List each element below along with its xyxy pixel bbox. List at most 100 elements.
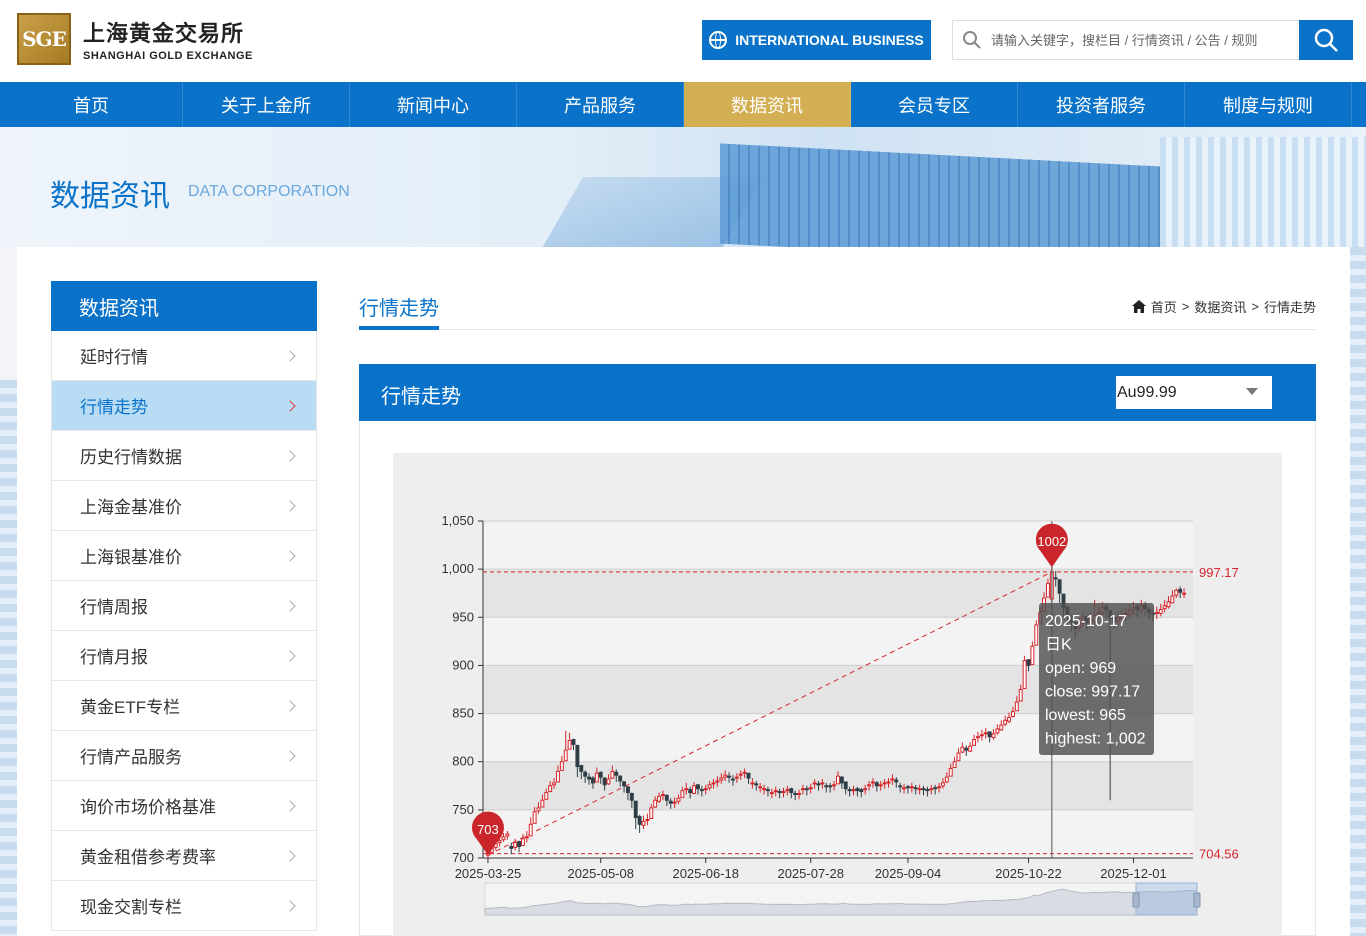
instrument-select[interactable]: Au99.99 bbox=[1116, 376, 1272, 409]
sidebar-item[interactable]: 询价市场价格基准 bbox=[51, 781, 317, 831]
kline-chart[interactable]: 700 750 800 850 900 950 1,000 1,050 2025-03-25 20… bbox=[393, 453, 1282, 936]
candle-body bbox=[754, 783, 759, 786]
nav-item[interactable]: 关于上金所 bbox=[183, 82, 350, 127]
candle-body bbox=[828, 785, 833, 788]
candle-body bbox=[905, 786, 910, 789]
candle-body bbox=[536, 807, 541, 812]
sidebar-item[interactable]: 上海银基准价 bbox=[51, 531, 317, 581]
nav-item[interactable]: 会员专区 bbox=[851, 82, 1018, 127]
grid-band bbox=[483, 809, 1193, 858]
nav-item[interactable]: 数据资讯 bbox=[684, 82, 851, 127]
datazoom-window[interactable] bbox=[1135, 882, 1198, 916]
candle-body bbox=[1166, 601, 1171, 608]
candle-body bbox=[1034, 624, 1039, 646]
candle-body bbox=[532, 811, 537, 824]
candle-body bbox=[882, 782, 887, 785]
candle-body bbox=[653, 799, 658, 808]
nav-item[interactable]: 新闻中心 bbox=[350, 82, 517, 127]
candle-body bbox=[1007, 716, 1012, 722]
banner-subtitle: DATA CORPORATION bbox=[188, 183, 350, 200]
chevron-right-icon bbox=[284, 799, 296, 812]
sidebar-item[interactable]: 行情产品服务 bbox=[51, 731, 317, 781]
candle-body bbox=[797, 792, 802, 795]
candle-body bbox=[618, 775, 623, 782]
candle-body bbox=[1162, 605, 1167, 610]
breadcrumb-home[interactable]: 首页 bbox=[1151, 297, 1177, 316]
banner-building-image bbox=[720, 143, 1160, 247]
sidebar: 数据资讯 延时行情 行情走势 历史行情数据 上海金基准价 上海银基准价 行情周报 行情月报黄… bbox=[51, 281, 317, 931]
candle-body bbox=[983, 732, 988, 735]
sidebar-item-label: 黄金ETF专栏 bbox=[80, 698, 181, 717]
site-logo[interactable]: SGE 上海黄金交易所 SHANGHAI GOLD EXCHANGE bbox=[17, 13, 253, 65]
candle-body bbox=[575, 744, 580, 768]
tooltip-date: 2025-10-17 bbox=[1045, 613, 1127, 630]
search-input[interactable] bbox=[991, 21, 1299, 59]
chart-panel-title: 行情走势 bbox=[381, 386, 461, 408]
candle-body bbox=[509, 845, 514, 849]
sidebar-item[interactable]: 黄金租借参考费率 bbox=[51, 831, 317, 881]
chevron-right-icon bbox=[284, 749, 296, 762]
sidebar-item[interactable]: 行情月报 bbox=[51, 631, 317, 681]
tooltip-highest: highest: 1,002 bbox=[1045, 731, 1146, 748]
nav-item[interactable]: 制度与规则 bbox=[1185, 82, 1352, 127]
sidebar-item-label: 历史行情数据 bbox=[80, 448, 182, 467]
candle-body bbox=[835, 775, 840, 785]
candle-body bbox=[528, 823, 533, 837]
candle-body bbox=[832, 784, 837, 787]
candle-body bbox=[1010, 711, 1015, 717]
search-button[interactable] bbox=[1299, 20, 1353, 60]
candle-body bbox=[898, 785, 903, 788]
sidebar-item-label: 询价市场价格基准 bbox=[80, 798, 216, 817]
candle-body bbox=[863, 788, 868, 791]
sidebar-item[interactable]: 行情周报 bbox=[51, 581, 317, 631]
candle-body bbox=[968, 745, 973, 752]
sidebar-item[interactable]: 行情走势 bbox=[51, 381, 317, 431]
tooltip-close: close: 997.17 bbox=[1045, 684, 1140, 701]
candle-body bbox=[750, 782, 755, 785]
candle-body bbox=[793, 792, 798, 795]
candle-body bbox=[594, 772, 599, 783]
chevron-right-icon bbox=[284, 499, 296, 512]
candle-body bbox=[913, 787, 918, 790]
nav-item[interactable]: 投资者服务 bbox=[1018, 82, 1185, 127]
tooltip-open: open: 969 bbox=[1045, 660, 1116, 677]
sidebar-item-label: 行情走势 bbox=[80, 398, 148, 417]
sidebar-item[interactable]: 现金交割专栏 bbox=[51, 881, 317, 931]
datazoom-handle[interactable] bbox=[1193, 892, 1201, 908]
candle-body bbox=[742, 771, 747, 774]
sidebar-item[interactable]: 上海金基准价 bbox=[51, 481, 317, 531]
nav-item[interactable]: 产品服务 bbox=[517, 82, 684, 127]
kline-chart-container[interactable]: 700 750 800 850 900 950 1,000 1,050 2025-03-25 20… bbox=[393, 453, 1282, 936]
candle-body bbox=[552, 782, 557, 786]
breadcrumb-separator: > bbox=[1181, 299, 1190, 314]
grid-band bbox=[483, 761, 1193, 810]
candle-body bbox=[1026, 659, 1031, 666]
candle-body bbox=[660, 793, 665, 796]
candle-body bbox=[727, 775, 732, 778]
candle-body bbox=[902, 787, 907, 790]
nav-item[interactable]: 首页 bbox=[0, 82, 183, 127]
candle-body bbox=[520, 838, 525, 846]
candle-body bbox=[874, 782, 879, 787]
y-tick-label: 900 bbox=[452, 657, 474, 672]
candle-body bbox=[800, 788, 805, 791]
candle-body bbox=[688, 789, 693, 794]
international-business-button[interactable]: INTERNATIONAL BUSINESS bbox=[702, 20, 931, 60]
sidebar-item[interactable]: 黄金ETF专栏 bbox=[51, 681, 317, 731]
breadcrumb-data[interactable]: 数据资讯 bbox=[1194, 297, 1246, 316]
chevron-right-icon bbox=[284, 699, 296, 712]
datazoom-handle[interactable] bbox=[1132, 892, 1140, 908]
sidebar-item[interactable]: 历史行情数据 bbox=[51, 431, 317, 481]
candle-body bbox=[719, 777, 724, 781]
tooltip-label: 日K bbox=[1045, 637, 1072, 654]
sidebar-item-label: 行情月报 bbox=[80, 648, 148, 667]
candle-body bbox=[972, 739, 977, 746]
candle-body bbox=[765, 789, 770, 792]
header: SGE 上海黄金交易所 SHANGHAI GOLD EXCHANGE INTER… bbox=[0, 0, 1366, 82]
candle-body bbox=[804, 788, 809, 791]
chevron-right-icon bbox=[284, 599, 296, 612]
candle-body bbox=[711, 782, 716, 785]
markpoint-min-label: 703 bbox=[477, 822, 499, 837]
sidebar-item[interactable]: 延时行情 bbox=[51, 331, 317, 381]
candle-body bbox=[773, 790, 778, 793]
